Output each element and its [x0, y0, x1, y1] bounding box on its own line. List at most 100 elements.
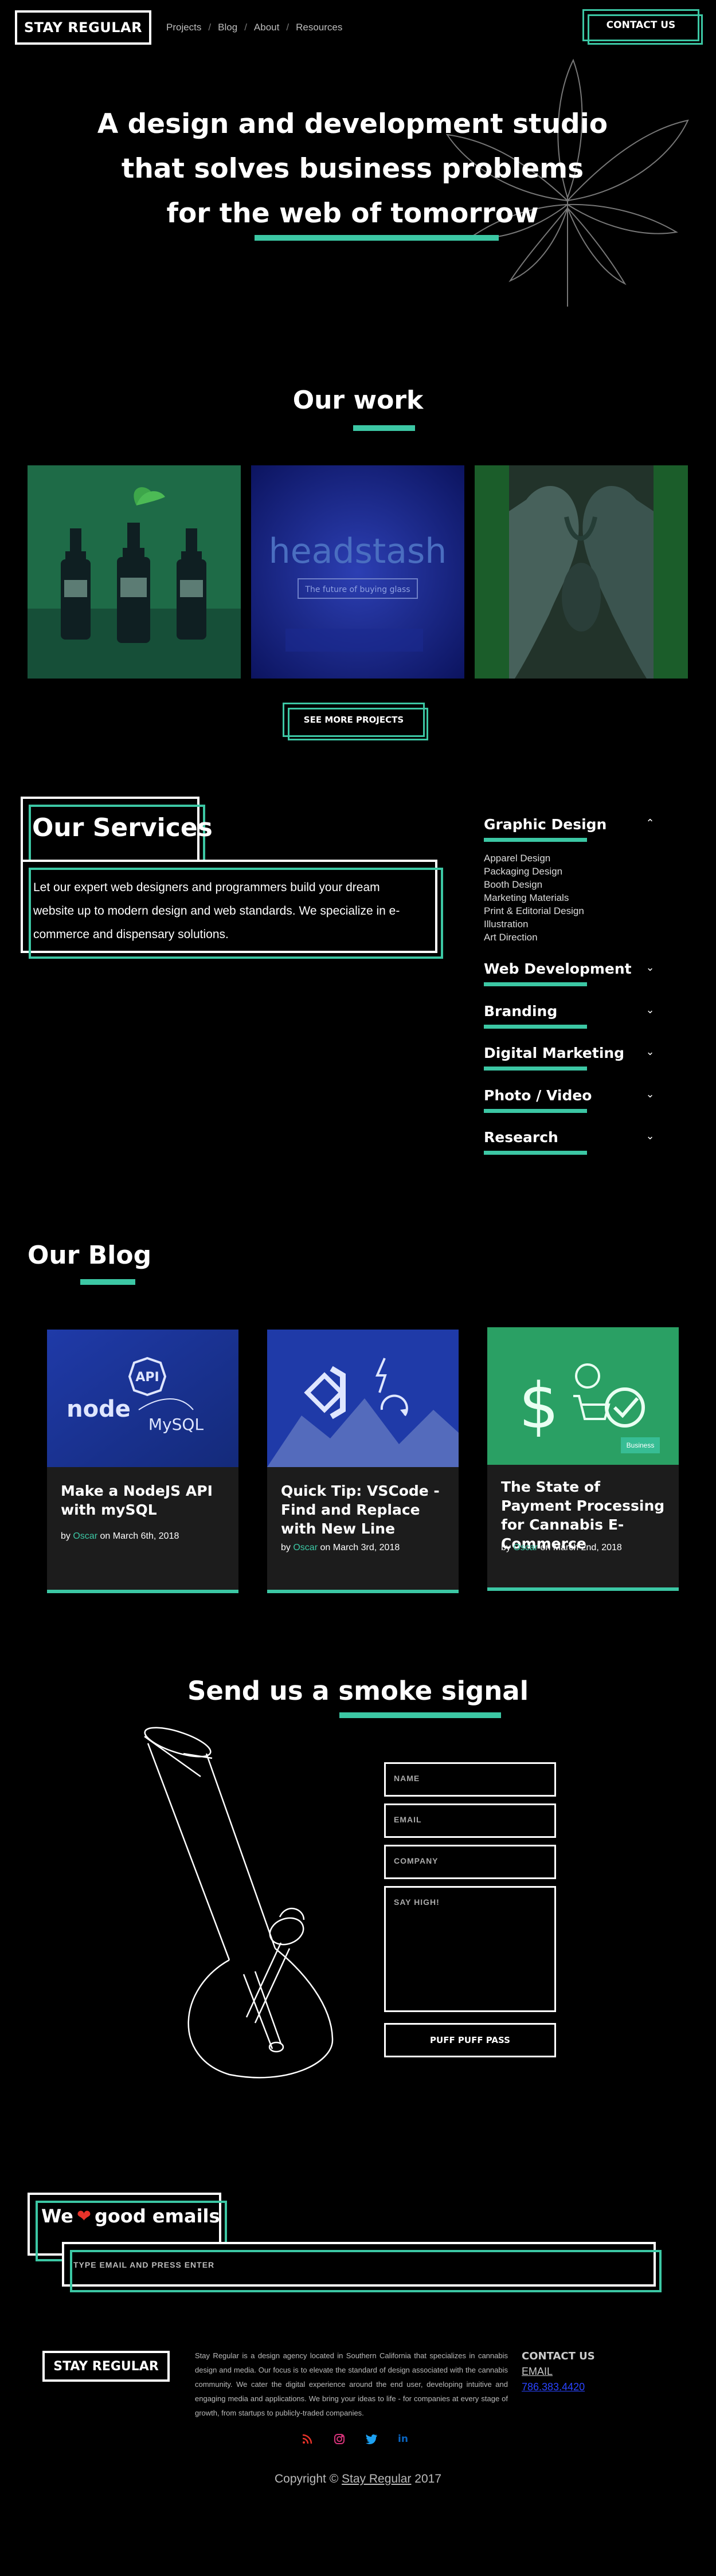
accordion-label: Web Development	[484, 960, 632, 977]
message-placeholder: SAY HIGH!	[394, 1897, 440, 1907]
blog-post-title[interactable]: The State of Payment Processing for Cann…	[501, 1477, 671, 1553]
payments-image: $ Business	[487, 1327, 679, 1465]
list-item: Illustration	[484, 919, 529, 930]
accordion-underline	[484, 1025, 587, 1029]
see-more-projects-button[interactable]: SEE MORE PROJECTS	[283, 703, 428, 740]
chevron-down-icon: ⌄	[645, 1088, 655, 1100]
footer-logo[interactable]: STAY REGULAR	[42, 2351, 170, 2382]
rss-icon[interactable]	[300, 2432, 314, 2446]
blog-card-payments[interactable]: $ Business The State of Payment Processi…	[487, 1327, 679, 1591]
project-card-tincture[interactable]	[28, 465, 241, 679]
blog-post-meta: by Oscar on March 6th, 2018	[61, 1531, 179, 1542]
hands-image	[475, 465, 688, 679]
blog-post-title[interactable]: Make a NodeJS API with mySQL	[61, 1481, 230, 1519]
accordion-label: Research	[484, 1129, 558, 1146]
blog-card-vscode[interactable]: Quick Tip: VSCode - Find and Replace wit…	[267, 1330, 459, 1593]
blog-post-title[interactable]: Quick Tip: VSCode - Find and Replace wit…	[281, 1481, 451, 1538]
company-placeholder: COMPANY	[394, 1856, 439, 1865]
copyright: Copyright © Stay Regular 2017	[0, 2472, 716, 2486]
accordion-underline	[484, 982, 587, 986]
hero-line-3: for the web of tomorrow	[166, 198, 539, 229]
chevron-down-icon: ⌄	[645, 962, 655, 973]
our-work-underline	[353, 425, 415, 431]
chevron-up-icon: ⌃	[645, 817, 655, 829]
copyright-link[interactable]: Stay Regular	[342, 2472, 411, 2485]
headstash-image: headstash The future of buying glass	[251, 465, 464, 679]
nav-link-projects[interactable]: Projects	[166, 22, 201, 33]
accordion-web-development[interactable]: Web Development ⌄	[484, 960, 656, 986]
accordion-branding[interactable]: Branding ⌄	[484, 1003, 656, 1029]
headstash-tagline: The future of buying glass	[304, 585, 410, 594]
list-item: Print & Editorial Design	[484, 905, 584, 916]
site-logo[interactable]: STAY REGULAR	[15, 10, 151, 45]
main-nav: Projects / Blog / About / Resources	[166, 22, 342, 33]
contact-us-button[interactable]: CONTACT US	[582, 9, 703, 45]
author-link[interactable]: Oscar	[73, 1531, 97, 1541]
by-text: by	[61, 1531, 71, 1541]
api-label: API	[135, 1370, 159, 1385]
list-item: Apparel Design	[484, 853, 551, 864]
name-placeholder: NAME	[394, 1774, 420, 1783]
footer-email-link[interactable]: EMAIL	[522, 2366, 553, 2378]
accordion-graphic-design[interactable]: Graphic Design ⌃	[484, 816, 656, 842]
twitter-icon[interactable]	[365, 2432, 378, 2446]
nav-link-blog[interactable]: Blog	[218, 22, 237, 33]
linkedin-icon[interactable]: in	[396, 2432, 410, 2446]
accordion-digital-marketing[interactable]: Digital Marketing ⌄	[484, 1045, 656, 1071]
category-badge[interactable]: Business	[621, 1437, 660, 1453]
author-link[interactable]: Oscar	[293, 1543, 318, 1552]
submit-button[interactable]: PUFF PUFF PASS	[384, 2023, 556, 2057]
svg-text:$: $	[519, 1369, 559, 1442]
footer-phone-link[interactable]: 786.383.4420	[522, 2381, 585, 2393]
services-title: Our Services	[32, 813, 213, 842]
chevron-down-icon: ⌄	[645, 1046, 655, 1057]
nav-link-resources[interactable]: Resources	[296, 22, 342, 33]
project-card-hands[interactable]	[475, 465, 688, 679]
footer-about: Stay Regular is a design agency located …	[195, 2351, 508, 2417]
post-date: March 2nd, 2018	[553, 1543, 622, 1552]
post-date: March 6th, 2018	[112, 1531, 179, 1541]
accordion-research[interactable]: Research ⌄	[484, 1129, 656, 1155]
nav-separator: /	[244, 22, 247, 33]
on-text: on	[540, 1543, 551, 1552]
nav-separator: /	[208, 22, 212, 33]
mysql-label: MySQL	[148, 1415, 204, 1434]
email-field[interactable]: EMAIL	[384, 1803, 556, 1838]
accordion-photo-video[interactable]: Photo / Video ⌄	[484, 1087, 656, 1113]
author-link[interactable]: Oscar	[513, 1543, 538, 1552]
accordion-underline	[484, 1151, 587, 1155]
accordion-label: Branding	[484, 1003, 558, 1020]
hero-underline	[255, 235, 499, 241]
contact-underline	[339, 1712, 501, 1718]
logo-text: STAY REGULAR	[24, 19, 143, 36]
list-item: Booth Design	[484, 879, 543, 890]
headstash-headline: headstash	[269, 531, 447, 571]
hero-line-2: that solves business problems	[121, 153, 584, 185]
contact-us-label: CONTACT US	[606, 19, 676, 31]
message-field[interactable]: SAY HIGH!	[384, 1886, 556, 2012]
by-text: by	[501, 1543, 511, 1552]
project-card-headstash[interactable]: headstash The future of buying glass	[251, 465, 464, 679]
on-text: on	[100, 1531, 111, 1541]
instagram-icon[interactable]	[332, 2432, 346, 2446]
services-description: Let our expert web designers and program…	[33, 881, 400, 941]
chevron-down-icon: ⌄	[645, 1130, 655, 1142]
see-more-projects-label: SEE MORE PROJECTS	[303, 715, 404, 725]
nodejs-image: API node MySQL	[47, 1330, 238, 1467]
blog-card-nodejs[interactable]: API node MySQL Make a NodeJS API with my…	[47, 1330, 238, 1593]
our-blog-title: Our Blog	[28, 1241, 152, 1270]
company-field[interactable]: COMPANY	[384, 1845, 556, 1879]
bottles-image	[28, 465, 241, 679]
nav-link-about[interactable]: About	[254, 22, 279, 33]
graphic-design-list: Apparel Design Packaging Design Booth De…	[484, 852, 584, 944]
on-text: on	[320, 1543, 331, 1552]
site-header: STAY REGULAR Projects / Blog / About / R…	[0, 0, 716, 54]
list-item: Marketing Materials	[484, 892, 569, 903]
accordion-label: Photo / Video	[484, 1087, 592, 1104]
accordion-underline	[484, 1067, 587, 1071]
contact-title: Send us a smoke signal	[187, 1676, 529, 1706]
name-field[interactable]: NAME	[384, 1762, 556, 1797]
hero-line-1: A design and development studio	[97, 108, 608, 140]
blog-post-meta: by Oscar on March 3rd, 2018	[281, 1543, 400, 1553]
accordion-underline	[484, 1109, 587, 1113]
